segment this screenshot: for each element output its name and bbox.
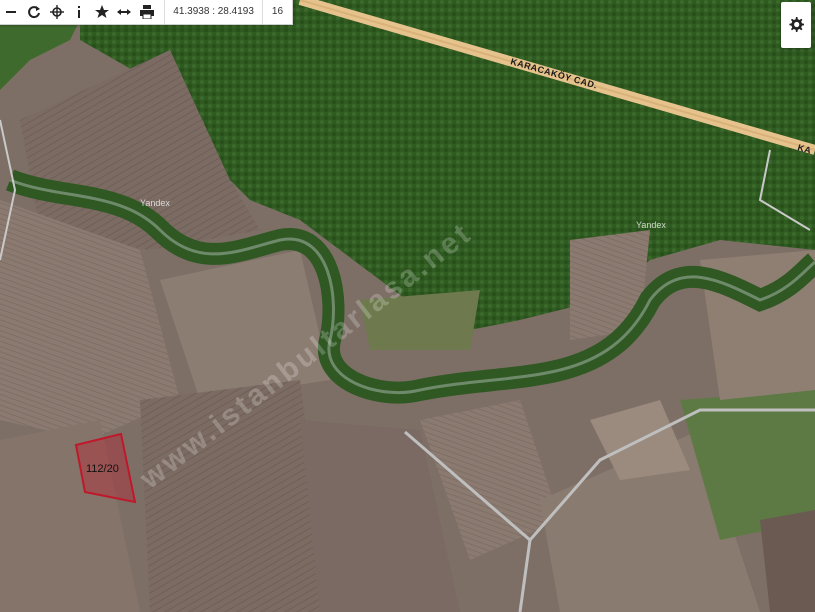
gear-icon — [789, 17, 804, 32]
refresh-icon[interactable] — [23, 0, 46, 24]
print-icon[interactable] — [136, 0, 159, 24]
coordinates-display: 41.3938 : 28.4193 — [164, 0, 263, 24]
map-toolbar: 41.3938 : 28.4193 16 — [0, 0, 293, 25]
locate-icon[interactable] — [45, 0, 68, 24]
settings-button[interactable] — [781, 2, 811, 48]
provider-label: Yandex — [140, 198, 170, 208]
provider-label: Yandex — [636, 220, 666, 230]
star-icon[interactable] — [90, 0, 113, 24]
info-icon[interactable] — [68, 0, 91, 24]
parcel-label: 112/20 — [86, 463, 119, 475]
minus-icon[interactable] — [0, 0, 23, 24]
measure-icon[interactable] — [113, 0, 136, 24]
satellite-map[interactable]: KARACAKÖY CAD. KA Yandex Yandex www.ista… — [0, 0, 815, 612]
zoom-level: 16 — [271, 6, 284, 17]
